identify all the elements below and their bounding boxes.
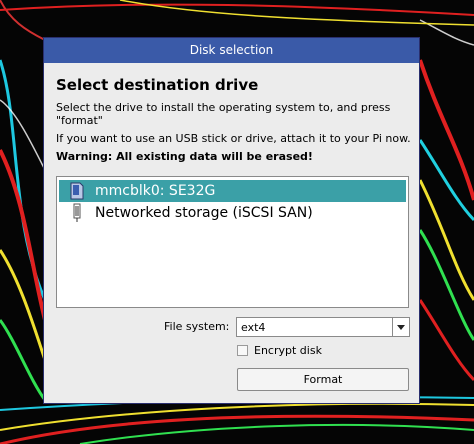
sd-card-icon [67,181,87,201]
encrypt-disk-checkbox[interactable] [237,345,248,356]
drive-list[interactable]: mmcblk0: SE32G Networked storage (iSCSI … [56,176,409,308]
dialog-heading: Select destination drive [56,76,259,94]
drive-label: Networked storage (iSCSI SAN) [95,205,313,221]
file-system-value: ext4 [241,321,266,334]
drive-list-item[interactable]: mmcblk0: SE32G [59,180,406,202]
encrypt-disk-option[interactable]: Encrypt disk [237,344,322,357]
disk-selection-dialog: Disk selection Select destination drive … [43,37,420,404]
drive-list-item[interactable]: Networked storage (iSCSI SAN) [59,202,406,224]
warning-text: Warning: All existing data will be erase… [56,150,313,163]
file-system-select[interactable]: ext4 [236,317,410,337]
network-storage-icon [67,203,87,223]
usb-hint-text: If you want to use an USB stick or drive… [56,132,411,145]
encrypt-disk-label: Encrypt disk [254,344,322,357]
dialog-title: Disk selection [44,38,419,63]
file-system-label: File system: [164,320,230,333]
drive-label: mmcblk0: SE32G [95,183,216,199]
chevron-down-icon[interactable] [392,318,409,336]
instruction-text: Select the drive to install the operatin… [56,101,391,127]
format-button[interactable]: Format [237,368,409,391]
